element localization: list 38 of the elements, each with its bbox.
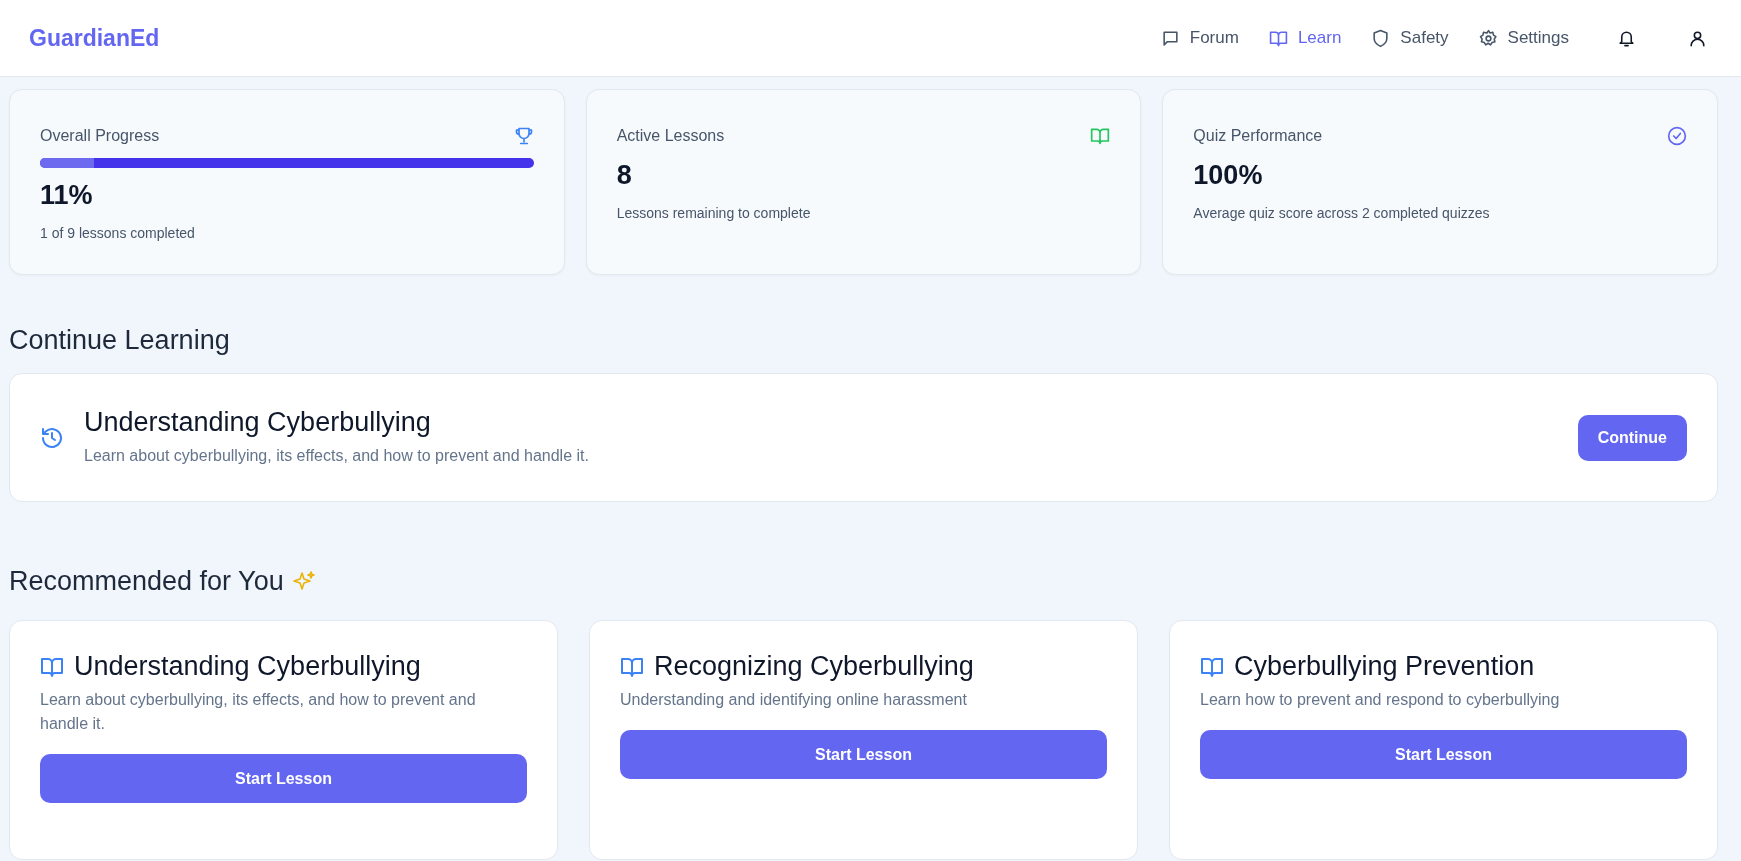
trophy-icon (513, 126, 534, 146)
nav-link[interactable]: Safety (1371, 28, 1449, 48)
book-icon (1090, 126, 1111, 146)
shield-icon (1371, 28, 1391, 48)
start-lesson-button[interactable]: Start Lesson (40, 754, 527, 803)
book-icon (1268, 28, 1288, 48)
chat-icon (1160, 28, 1180, 48)
stat-value: 8 (616, 160, 633, 191)
lesson-description: Learn about cyberbullying, its effects, and how to prevent and handle it. (84, 446, 590, 466)
stat-value: 11% (40, 180, 94, 211)
history-icon (40, 425, 64, 450)
check-circle-icon (1667, 126, 1687, 146)
settings-icon (1478, 28, 1498, 48)
start-lesson-button[interactable]: Start Lesson (1200, 730, 1687, 779)
stat-title: Active Lessons (616, 127, 725, 145)
app-logo[interactable]: GuardianEd (29, 24, 160, 52)
lesson-description: Understanding and identifying online harassment (620, 690, 968, 710)
nav-link[interactable]: Forum (1160, 28, 1239, 48)
lesson-title: Understanding Cyberbullying (84, 407, 432, 438)
nav-link[interactable]: Settings (1478, 28, 1569, 48)
lesson-title: Understanding Cyberbullying (74, 651, 421, 682)
lesson-title: Recognizing Cyberbullying (654, 651, 974, 682)
section-heading: Continue Learning (9, 325, 231, 356)
bell-icon (1617, 28, 1636, 48)
lesson-description: Learn how to prevent and respond to cyberbullying (1200, 690, 1561, 710)
stat-caption: 1 of 9 lessons completed (40, 225, 196, 241)
nav-link[interactable]: Learn (1268, 28, 1342, 48)
stat-title: Overall Progress (40, 127, 160, 145)
user-icon (1688, 28, 1707, 48)
lesson-title: Cyberbullying Prevention (1234, 651, 1535, 682)
stat-title: Quiz Performance (1193, 127, 1323, 145)
section-heading: Recommended for You (9, 566, 284, 597)
continue-button[interactable]: Continue (1577, 414, 1687, 461)
stat-value: 100% (1193, 160, 1264, 191)
stat-caption: Average quiz score across 2 completed quizzes (1193, 205, 1491, 221)
lesson-description: Learn about cyberbullying, its effects, and how to prevent and handle it. (40, 690, 477, 734)
stat-caption: Lessons remaining to complete (616, 205, 812, 221)
start-lesson-button[interactable]: Start Lesson (620, 730, 1107, 779)
